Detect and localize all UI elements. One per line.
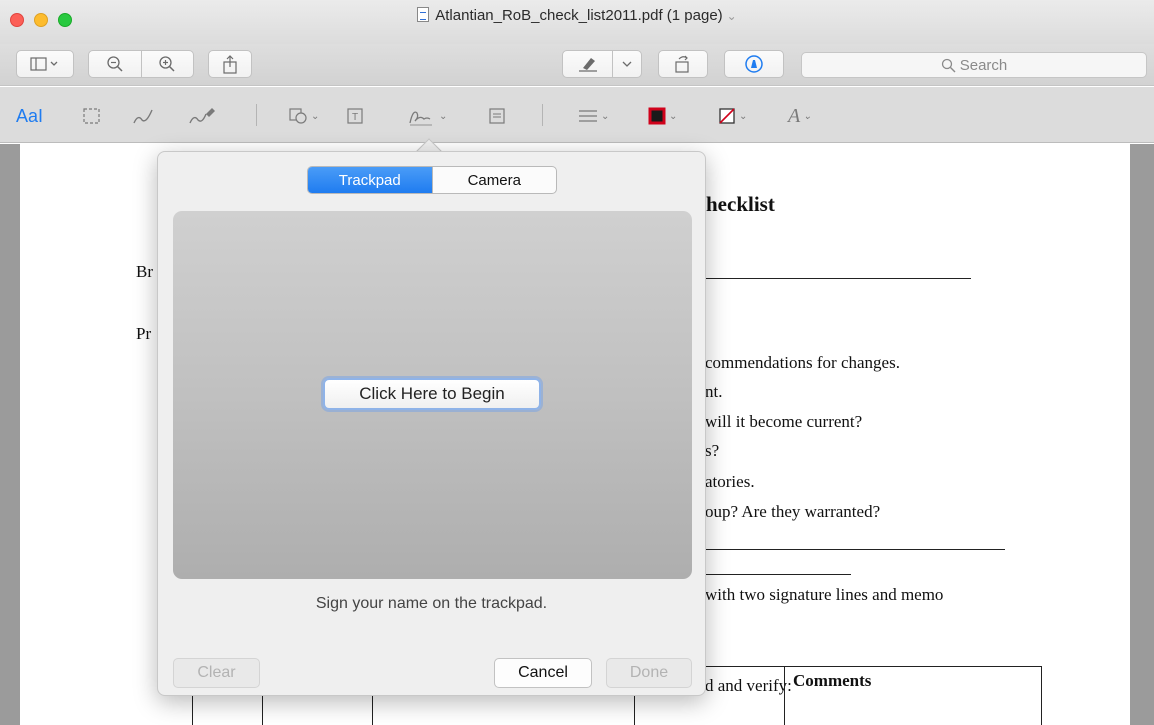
sign-tool[interactable]: ⌄ xyxy=(408,103,447,129)
cancel-button[interactable]: Cancel xyxy=(494,658,592,688)
rotate-button[interactable] xyxy=(658,50,708,78)
chevron-down-icon: ⌄ xyxy=(439,110,448,122)
border-color-icon xyxy=(648,107,666,125)
chevron-down-icon: ⌄ xyxy=(311,110,320,122)
chevron-down-icon: ⌄ xyxy=(601,110,610,122)
doc-line-3: will it become current? xyxy=(705,412,863,431)
line-style-icon xyxy=(579,110,597,122)
zoom-out-icon xyxy=(107,56,123,72)
text-box-tool[interactable]: T xyxy=(346,103,364,129)
markup-pen-icon xyxy=(745,55,763,73)
shape-style-tool[interactable]: ⌄ xyxy=(578,103,609,129)
rectangular-selection-tool[interactable] xyxy=(82,103,102,129)
rotate-icon xyxy=(675,55,689,73)
doc-line-7: with two signature lines and memo xyxy=(705,585,944,604)
sketch-tool[interactable] xyxy=(132,103,156,129)
share-button[interactable] xyxy=(208,50,252,78)
note-icon xyxy=(489,108,505,124)
clear-button[interactable]: Clear xyxy=(173,658,260,688)
left-fragment-2: Pr xyxy=(136,324,152,343)
chevron-down-icon: ⌄ xyxy=(726,9,737,23)
search-icon xyxy=(941,58,956,72)
sketch-icon xyxy=(133,109,153,124)
tab-trackpad[interactable]: Trackpad xyxy=(308,167,432,193)
signature-icon xyxy=(409,111,432,126)
fill-color-tool[interactable]: ⌄ xyxy=(718,103,747,129)
fill-color-icon xyxy=(719,108,735,124)
chevron-down-icon: ⌄ xyxy=(669,110,678,122)
draw-icon xyxy=(189,108,215,124)
text-style-icon: A xyxy=(788,104,801,127)
sidebar-toggle-button[interactable] xyxy=(16,50,74,78)
text-box-icon: T xyxy=(347,108,363,124)
click-here-to-begin-button[interactable]: Click Here to Begin xyxy=(323,378,541,410)
toolbar: Search xyxy=(0,44,1154,86)
doc-line-2: nt. xyxy=(705,382,723,401)
table-header-cell: Comments xyxy=(784,666,1042,725)
signature-popover: Trackpad Camera Click Here to Begin Sign… xyxy=(157,151,706,696)
done-button[interactable]: Done xyxy=(606,658,692,688)
doc-line-4: s? xyxy=(705,441,720,460)
highlight-options-button[interactable] xyxy=(613,60,641,68)
zoom-button-group xyxy=(88,50,194,78)
sidebar-icon xyxy=(30,57,58,71)
search-field[interactable]: Search xyxy=(801,52,1147,78)
tab-camera[interactable]: Camera xyxy=(431,167,557,193)
pdf-document-icon xyxy=(417,7,430,22)
chevron-down-icon: ⌄ xyxy=(803,110,812,122)
zoom-in-button[interactable] xyxy=(142,55,194,73)
shapes-tool[interactable]: ⌄ xyxy=(288,103,319,129)
window-title-text: Atlantian_RoB_check_list2011.pdf (1 page… xyxy=(435,7,723,24)
draw-tool[interactable] xyxy=(188,103,216,129)
highlight-button-group[interactable] xyxy=(562,50,642,78)
text-selection-label: AaI xyxy=(16,105,44,126)
rectangular-selection-icon xyxy=(83,108,100,124)
search-placeholder: Search xyxy=(959,56,1008,74)
share-icon xyxy=(223,54,237,74)
signature-pad[interactable]: Click Here to Begin xyxy=(173,211,692,579)
text-style-tool[interactable]: A ⌄ xyxy=(788,103,812,129)
zoom-out-button[interactable] xyxy=(89,55,141,73)
note-tool[interactable] xyxy=(488,103,506,129)
window-title[interactable]: Atlantian_RoB_check_list2011.pdf (1 page… xyxy=(0,7,1154,24)
chevron-down-icon: ⌄ xyxy=(739,110,748,122)
signature-hint: Sign your name on the trackpad. xyxy=(315,595,548,612)
border-color-tool[interactable]: ⌄ xyxy=(648,103,677,129)
signature-source-segmented-control: Trackpad Camera xyxy=(307,166,557,194)
left-fragment-1: Br xyxy=(136,262,153,281)
shapes-icon xyxy=(289,108,307,124)
highlighter-icon xyxy=(578,58,597,72)
highlight-button[interactable] xyxy=(563,56,612,72)
doc-line-6: oup? Are they warranted? xyxy=(705,502,881,521)
doc-line-5: atories. xyxy=(705,472,755,491)
doc-line-1: commendations for changes. xyxy=(705,353,900,372)
text-selection-tool[interactable]: AaI xyxy=(16,103,43,129)
svg-text:T: T xyxy=(352,112,358,123)
markup-toggle-button[interactable] xyxy=(724,50,784,78)
zoom-in-icon xyxy=(159,56,175,72)
document-heading: hecklist xyxy=(706,192,775,216)
markup-toolbar: AaI ⌄ T ⌄ ⌄ ⌄ ⌄ A ⌄ xyxy=(0,87,1154,143)
chevron-down-icon xyxy=(622,61,632,67)
title-bar: Atlantian_RoB_check_list2011.pdf (1 page… xyxy=(0,0,1154,44)
